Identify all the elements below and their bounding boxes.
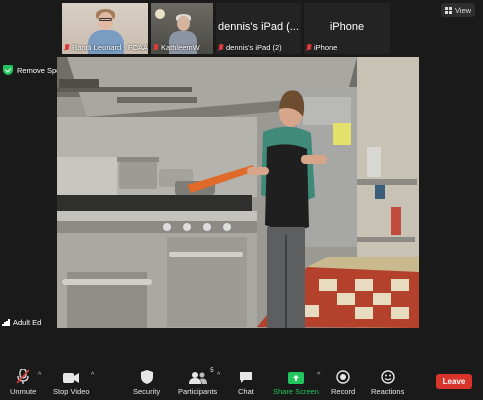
microphone-muted-icon <box>16 369 30 384</box>
participant-thumbnail[interactable]: dennis's iPad (... dennis's iPad (2) <box>216 3 301 54</box>
mic-muted-icon <box>306 44 312 51</box>
participant-display-name: dennis's iPad (... <box>218 21 299 33</box>
grid-icon <box>444 6 452 14</box>
participants-icon: 5 <box>188 368 214 384</box>
stop-video-button[interactable]: Stop Video <box>53 369 90 396</box>
participant-display-name: iPhone <box>329 21 365 33</box>
record-icon <box>336 369 350 384</box>
zoom-meeting-window: Randi Leonard - FCAAE KathleemW dennis's… <box>0 0 483 400</box>
chat-button[interactable]: Chat <box>238 369 254 396</box>
participant-name: KathleemW <box>153 43 200 52</box>
meeting-toolbar: Unmute ^ Stop Video ^ Security 5 Partici… <box>0 366 483 400</box>
participant-thumbnail[interactable]: iPhone iPhone <box>304 3 390 54</box>
smiley-icon <box>380 369 395 384</box>
participants-options-chevron-icon[interactable]: ^ <box>217 372 220 379</box>
chat-bubble-icon <box>239 369 253 384</box>
active-speaker-label: Adult Ed <box>2 318 41 327</box>
mic-muted-icon <box>218 44 224 51</box>
leave-button[interactable]: Leave <box>436 374 472 389</box>
participant-name: dennis's iPad (2) <box>218 43 282 52</box>
share-screen-button[interactable]: Share Screen <box>273 369 319 396</box>
participant-thumbnail[interactable]: KathleemW <box>151 3 213 54</box>
participant-name: Randi Leonard - FCAAE <box>64 43 148 52</box>
video-camera-icon <box>63 369 80 384</box>
participant-count: 5 <box>210 368 214 374</box>
record-button[interactable]: Record <box>331 369 355 396</box>
participant-name: iPhone <box>306 43 337 52</box>
unmute-button[interactable]: Unmute <box>10 369 36 396</box>
unmute-options-chevron-icon[interactable]: ^ <box>38 372 41 379</box>
video-options-chevron-icon[interactable]: ^ <box>91 372 94 379</box>
signal-strength-icon <box>2 319 10 326</box>
view-button[interactable]: View <box>441 3 475 17</box>
security-button[interactable]: Security <box>133 369 160 396</box>
participant-thumbnail[interactable]: Randi Leonard - FCAAE <box>62 3 148 54</box>
security-shield-icon <box>140 369 153 384</box>
thumbnail-strip: Randi Leonard - FCAAE KathleemW dennis's… <box>62 3 390 54</box>
mic-muted-icon <box>153 44 159 51</box>
participants-button[interactable]: 5 Participants <box>178 368 217 396</box>
shield-icon <box>3 65 13 75</box>
share-options-chevron-icon[interactable]: ^ <box>317 372 320 379</box>
kitchen-video-frame <box>57 57 419 328</box>
share-screen-icon <box>287 369 304 384</box>
reactions-button[interactable]: Reactions <box>371 369 404 396</box>
mic-muted-icon <box>64 44 70 51</box>
main-video <box>57 57 419 328</box>
